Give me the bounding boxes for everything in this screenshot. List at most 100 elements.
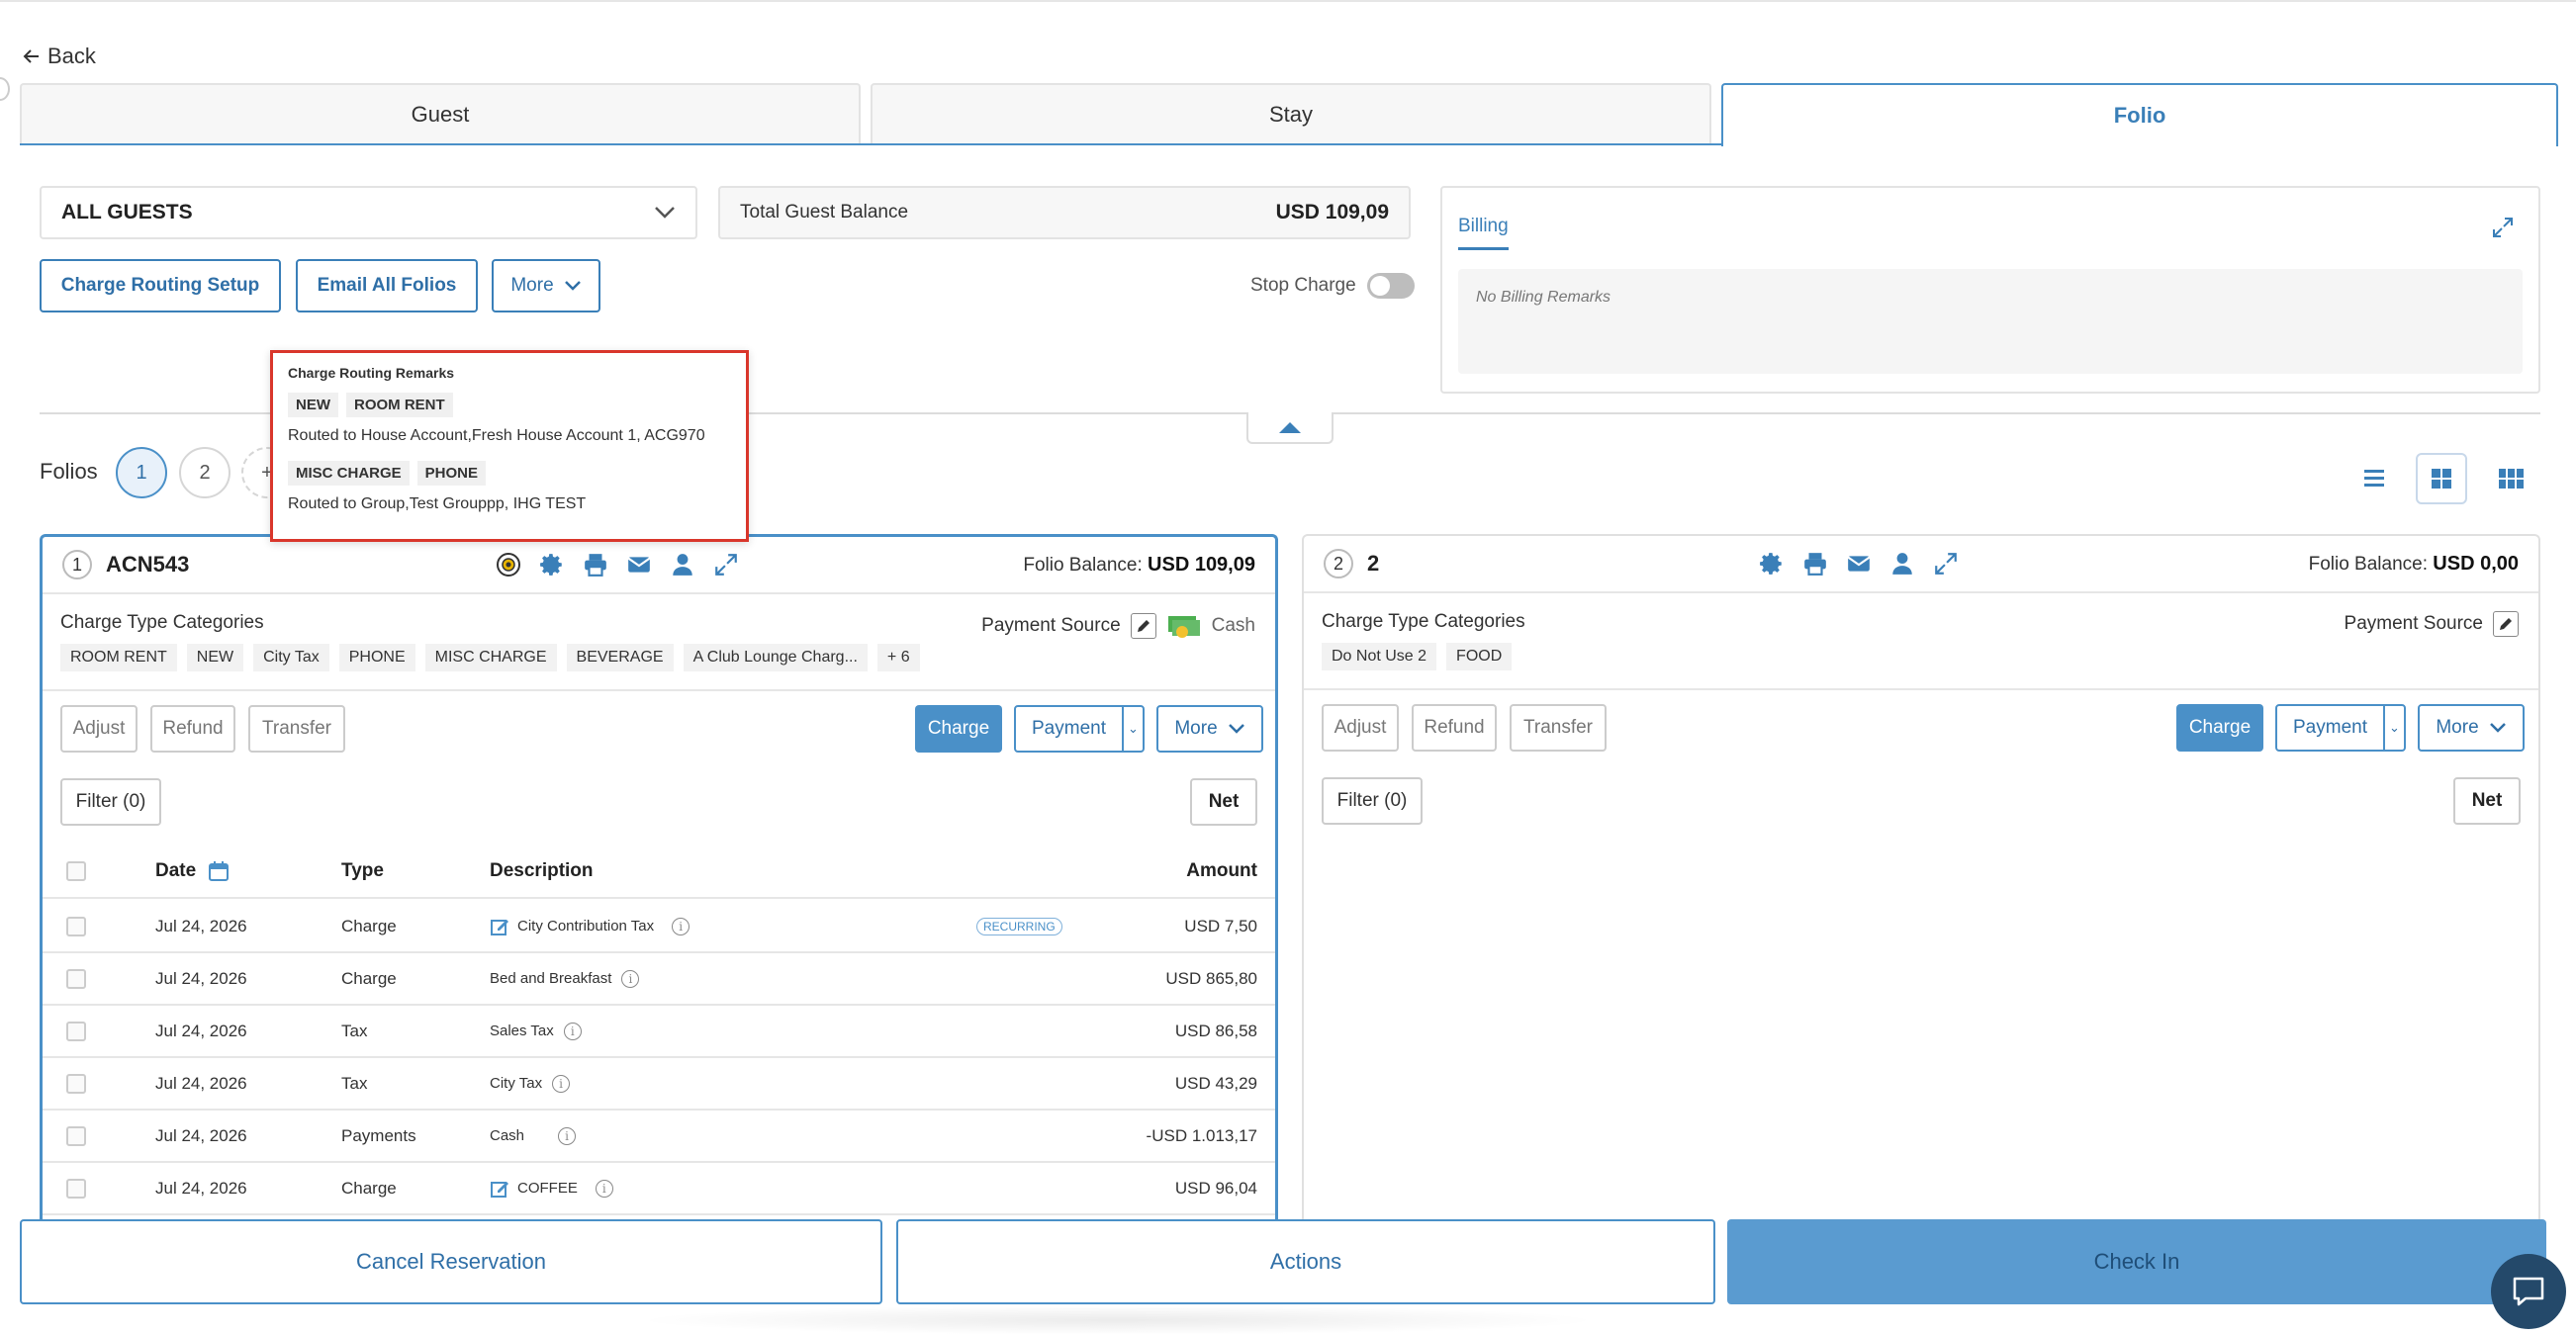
grid-view-icon[interactable] — [2416, 453, 2467, 504]
row-checkbox[interactable] — [66, 969, 86, 989]
payment-button[interactable]: Payment ⌄ — [1014, 705, 1145, 753]
side-handle[interactable] — [0, 77, 10, 101]
tab-folio[interactable]: Folio — [1721, 83, 2558, 146]
row-amount: USD 7,50 — [1184, 916, 1257, 935]
info-icon[interactable]: i — [552, 1074, 571, 1093]
info-icon[interactable]: i — [563, 1022, 582, 1040]
ctc-more-tag[interactable]: + 6 — [876, 644, 920, 671]
filter-button[interactable]: Filter (0) — [1322, 777, 1423, 825]
table-row[interactable]: Jul 24, 2026 Tax City Tax i USD 43,29 — [43, 1058, 1275, 1111]
folio-more-button[interactable]: More — [2418, 704, 2525, 752]
ctc-tag: BEVERAGE — [566, 644, 674, 671]
adjust-button[interactable]: Adjust — [1322, 704, 1399, 752]
gear-icon[interactable] — [1759, 551, 1785, 577]
charge-routing-remarks-popover: Charge Routing Remarks NEW ROOM RENT Rou… — [270, 350, 749, 542]
info-icon[interactable]: i — [558, 1126, 577, 1145]
mail-icon[interactable] — [1846, 551, 1872, 577]
edit-icon[interactable] — [490, 917, 509, 936]
cash-icon — [1167, 616, 1200, 638]
separator — [43, 689, 1275, 691]
pencil-icon[interactable] — [1130, 613, 1156, 639]
info-icon[interactable]: i — [672, 917, 690, 935]
more-label: More — [510, 275, 554, 296]
print-icon[interactable] — [1802, 551, 1828, 577]
filter-button[interactable]: Filter (0) — [60, 778, 161, 826]
actions-label: Actions — [1269, 1249, 1342, 1274]
expand-icon[interactable] — [713, 552, 739, 578]
row-amount: USD 96,04 — [1174, 1178, 1257, 1198]
back-link[interactable]: Back — [22, 44, 96, 69]
row-type: Charge — [341, 916, 397, 935]
filter-row: Filter (0) Net — [1322, 777, 2521, 827]
folio-selector-2[interactable]: 2 — [179, 447, 230, 498]
mail-icon[interactable] — [626, 552, 652, 578]
row-description-text: Cash — [490, 1127, 525, 1144]
refund-button[interactable]: Refund — [1412, 704, 1497, 752]
payment-button[interactable]: Payment ⌄ — [2275, 704, 2406, 752]
folio-name: 2 — [1367, 551, 1380, 576]
chevron-down-icon[interactable]: ⌄ — [2385, 720, 2404, 736]
guest-select[interactable]: ALL GUESTS — [40, 186, 697, 239]
stop-charge-toggle[interactable] — [1367, 273, 1415, 299]
person-icon[interactable] — [1889, 551, 1915, 577]
charge-button[interactable]: Charge — [2176, 704, 2263, 752]
row-checkbox[interactable] — [66, 917, 86, 936]
total-balance-label: Total Guest Balance — [740, 202, 909, 222]
cancel-reservation-button[interactable]: Cancel Reservation — [20, 1219, 882, 1304]
select-all-checkbox[interactable] — [66, 861, 86, 881]
chat-button[interactable] — [2491, 1254, 2566, 1329]
table-row[interactable]: Jul 24, 2026 Payments Cash i -USD 1.013,1… — [43, 1111, 1275, 1163]
route-text: Routed to Group,Test Grouppp, IHG TEST — [288, 495, 587, 512]
transfer-button[interactable]: Transfer — [248, 705, 345, 753]
net-button[interactable]: Net — [1190, 778, 1257, 826]
tab-guest[interactable]: Guest — [20, 83, 861, 144]
calendar-icon[interactable] — [208, 860, 230, 882]
ctc-tag: MISC CHARGE — [424, 644, 557, 671]
actions-button[interactable]: Actions — [896, 1219, 1715, 1304]
pencil-icon[interactable] — [2493, 611, 2519, 637]
print-icon[interactable] — [583, 552, 608, 578]
row-description-text: Sales Tax — [490, 1023, 554, 1039]
expand-icon[interactable] — [2491, 216, 2515, 244]
routing-target-icon[interactable] — [496, 552, 521, 578]
adjust-label: Adjust — [1334, 717, 1387, 738]
compact-grid-view-icon[interactable] — [2485, 453, 2536, 504]
folio-balance-value: USD 109,09 — [1148, 553, 1255, 576]
folio-balance: Folio Balance: USD 109,09 — [1023, 554, 1255, 577]
row-checkbox[interactable] — [66, 1126, 86, 1146]
collapse-toggle[interactable] — [1246, 412, 1334, 444]
route-tags: MISC CHARGE PHONE — [288, 461, 731, 486]
row-checkbox[interactable] — [66, 1074, 86, 1094]
folio-selector-1[interactable]: 1 — [116, 447, 167, 498]
folio-header: 2 2 Folio Balance: USD 0,00 — [1304, 536, 2538, 593]
gear-icon[interactable] — [539, 552, 565, 578]
table-row[interactable]: Jul 24, 2026 Charge COFFEE i USD 96,04 — [43, 1163, 1275, 1215]
expand-icon[interactable] — [1933, 551, 1959, 577]
list-view-icon[interactable] — [2348, 453, 2400, 504]
email-all-folios-button[interactable]: Email All Folios — [296, 259, 478, 312]
row-checkbox[interactable] — [66, 1022, 86, 1041]
transfer-button[interactable]: Transfer — [1510, 704, 1607, 752]
table-row[interactable]: Jul 24, 2026 Charge City Contribution Ta… — [43, 901, 1275, 953]
more-button[interactable]: More — [492, 259, 600, 312]
info-icon[interactable]: i — [621, 969, 640, 988]
charge-button[interactable]: Charge — [915, 705, 1002, 753]
table-row[interactable]: Jul 24, 2026 Tax Sales Tax i USD 86,58 — [43, 1006, 1275, 1058]
person-icon[interactable] — [670, 552, 695, 578]
top-border — [0, 0, 2576, 2]
tab-stay[interactable]: Stay — [871, 83, 1711, 144]
row-checkbox[interactable] — [66, 1179, 86, 1199]
row-amount: -USD 1.013,17 — [1146, 1125, 1257, 1145]
charge-routing-setup-button[interactable]: Charge Routing Setup — [40, 259, 281, 312]
chevron-down-icon[interactable]: ⌄ — [1124, 721, 1143, 737]
info-icon[interactable]: i — [595, 1179, 613, 1198]
check-in-button[interactable]: Check In — [1727, 1219, 2546, 1304]
edit-icon[interactable] — [490, 1179, 509, 1199]
net-button[interactable]: Net — [2453, 777, 2521, 825]
caret-up-icon — [1279, 421, 1301, 433]
adjust-button[interactable]: Adjust — [60, 705, 138, 753]
folio-more-button[interactable]: More — [1156, 705, 1263, 753]
refund-button[interactable]: Refund — [150, 705, 235, 753]
table-row[interactable]: Jul 24, 2026 Charge Bed and Breakfast i U… — [43, 953, 1275, 1006]
billing-tab[interactable]: Billing — [1458, 216, 1509, 250]
